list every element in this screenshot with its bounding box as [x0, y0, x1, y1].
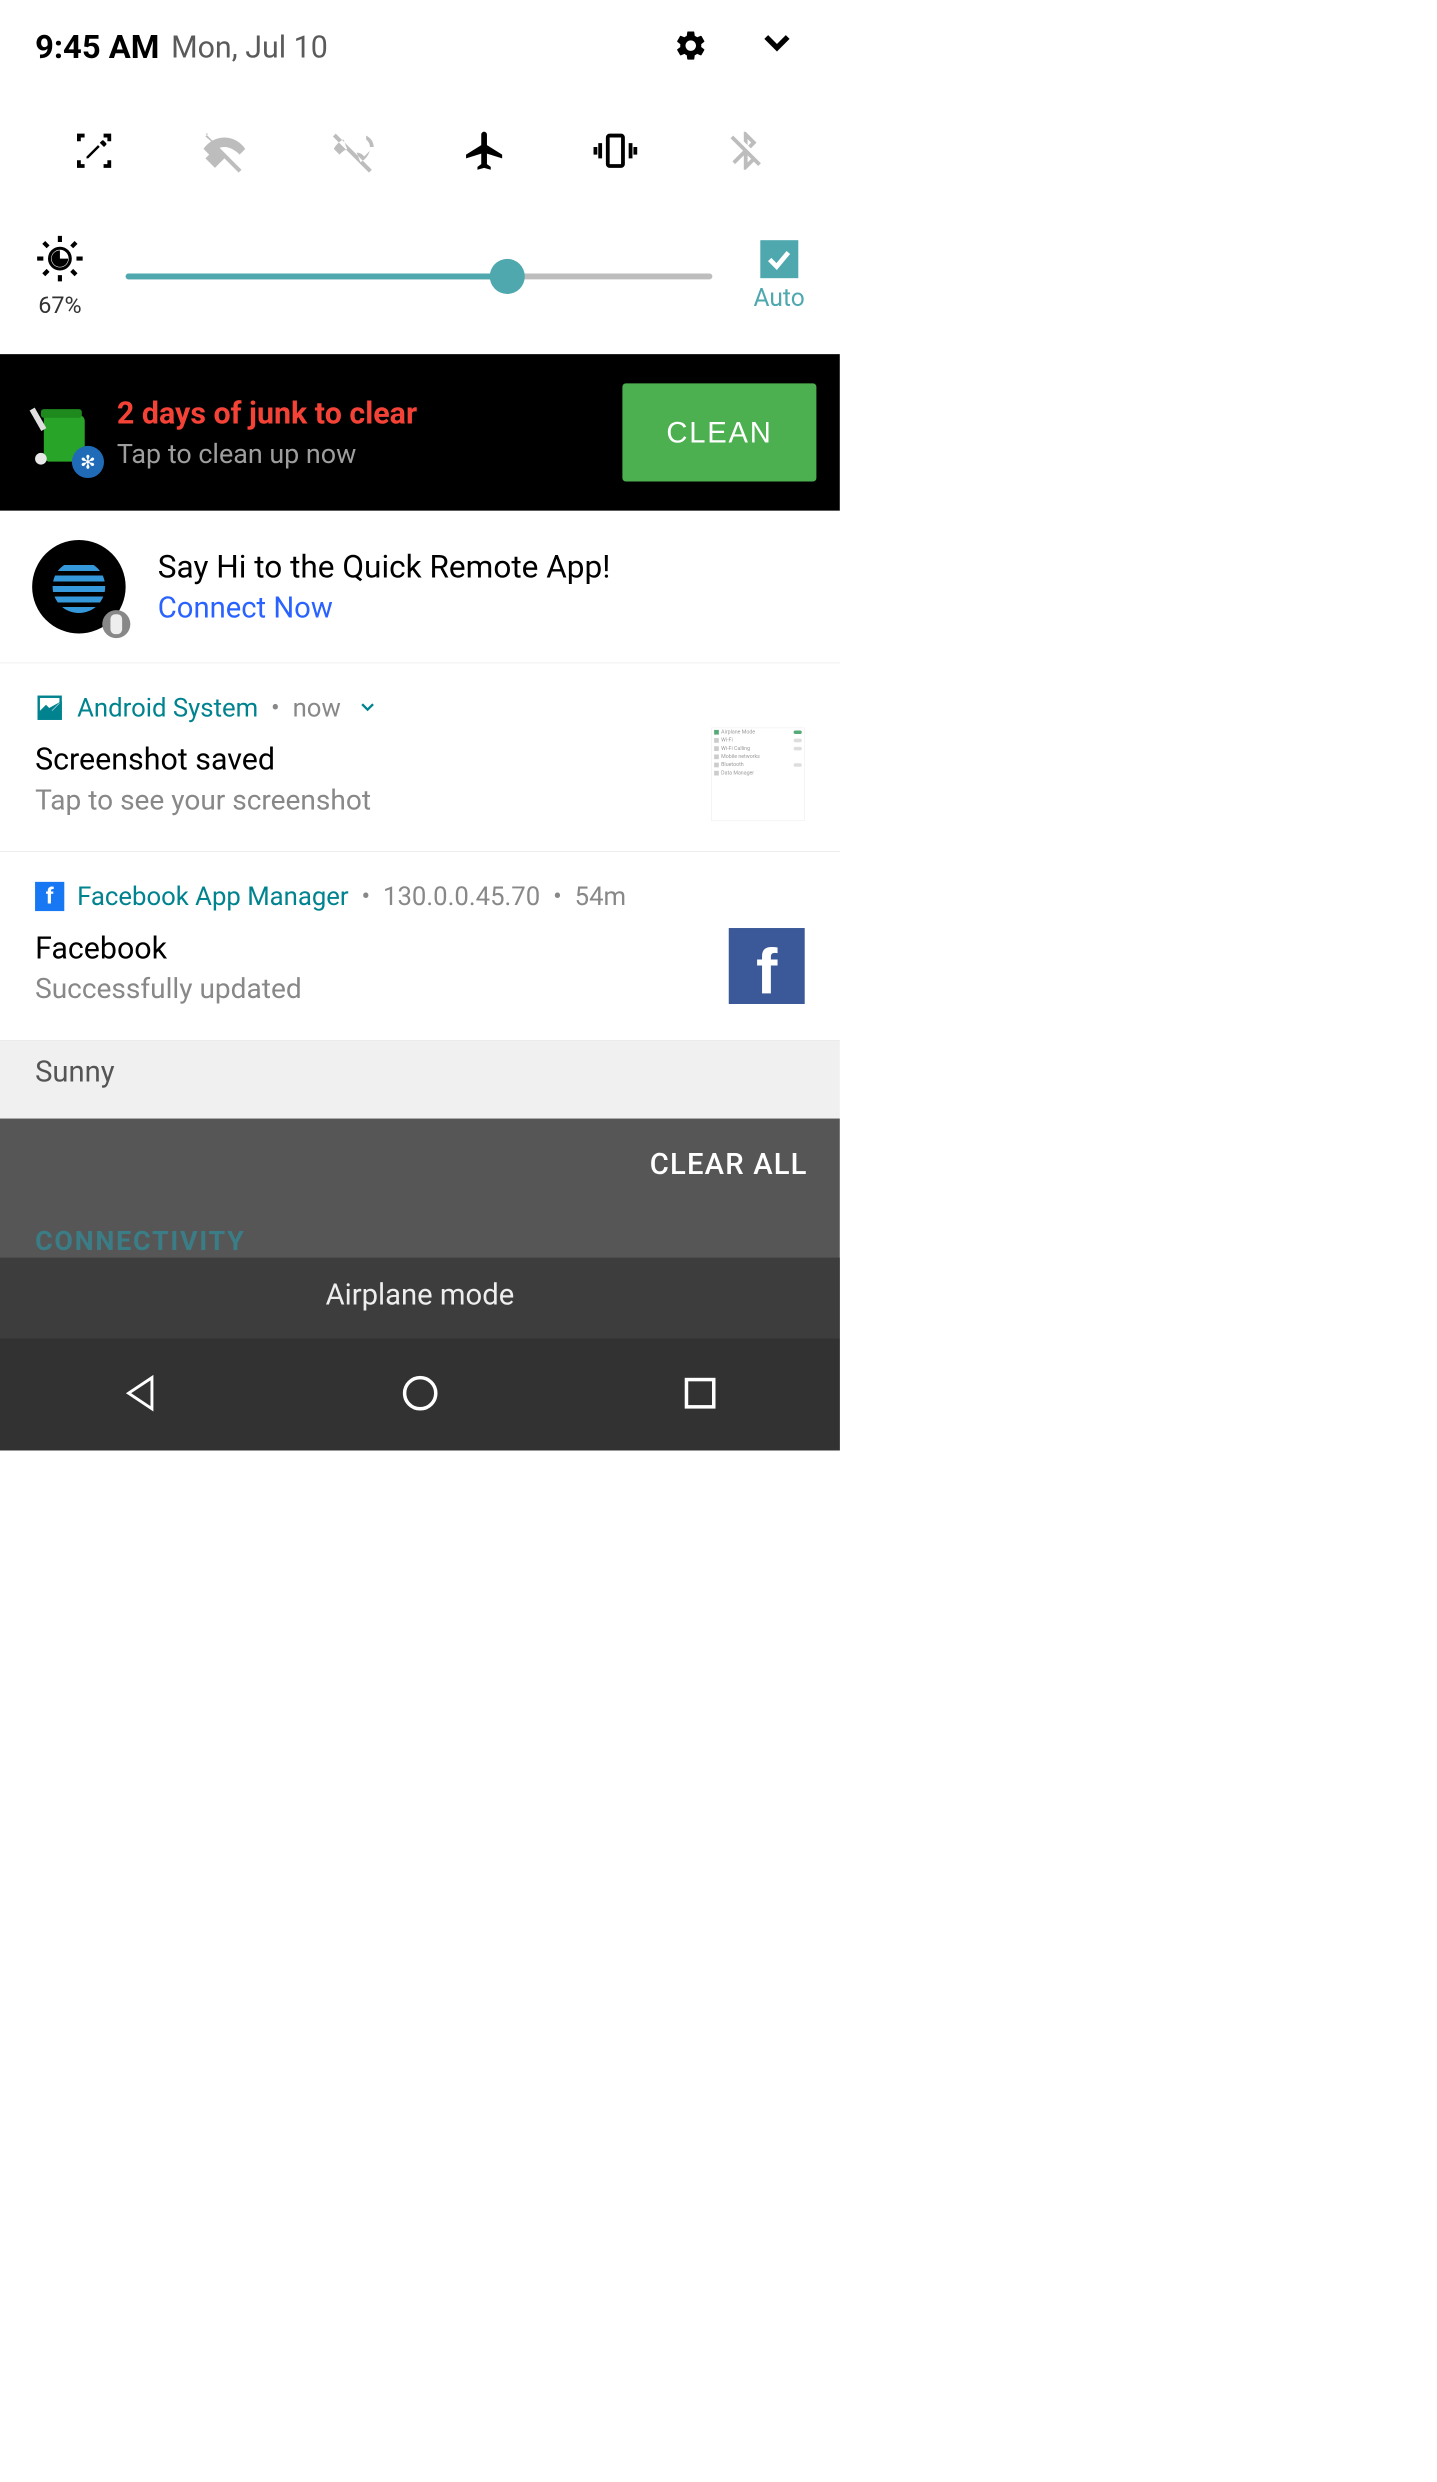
clear-all-button[interactable]: CLEAR ALL — [0, 1119, 840, 1205]
auto-brightness-checkbox[interactable] — [760, 240, 798, 278]
notification-time: 54m — [575, 881, 626, 911]
notification-screenshot[interactable]: Android System • now Screenshot saved Ta… — [0, 663, 840, 852]
notification-title: Facebook — [35, 930, 805, 966]
trash-can-icon: ✻ — [23, 397, 93, 467]
chevron-down-icon[interactable] — [761, 26, 793, 67]
image-icon — [35, 693, 64, 722]
brightness-slider[interactable] — [126, 273, 713, 279]
notification-facebook[interactable]: f Facebook App Manager • 130.0.0.45.70 •… — [0, 852, 840, 1041]
shade-footer: CLEAR ALL CONNECTIVITY Airplane mode — [0, 1119, 840, 1451]
notification-body: Tap to see your screenshot — [35, 783, 805, 816]
notification-title: Screenshot saved — [35, 742, 805, 778]
toast-message: Airplane mode — [0, 1258, 840, 1339]
notification-app-name: Android System — [77, 693, 258, 723]
wifi-off-icon[interactable] — [200, 126, 250, 176]
facebook-large-icon: f — [729, 928, 805, 1004]
quick-remote-title: Say Hi to the Quick Remote App! — [158, 548, 808, 585]
navigation-bar — [0, 1338, 840, 1450]
recents-button-icon[interactable] — [676, 1370, 723, 1419]
clean-button[interactable]: CLEAN — [623, 383, 817, 481]
quick-settings-row — [0, 85, 840, 216]
brightness-row: 67% Auto — [0, 216, 840, 354]
notification-time: now — [293, 693, 341, 723]
chevron-down-icon[interactable] — [358, 693, 377, 722]
notification-version: 130.0.0.45.70 — [383, 881, 540, 911]
quick-remote-card[interactable]: Say Hi to the Quick Remote App! Connect … — [0, 511, 840, 664]
remote-badge-icon — [102, 610, 130, 638]
brightness-icon — [35, 234, 85, 286]
airplane-mode-icon[interactable] — [460, 126, 510, 176]
notification-body: Successfully updated — [35, 972, 805, 1005]
screenshot-thumbnail: Airplane Mode Wi-Fi Wi-Fi Calling Mobile… — [711, 728, 805, 822]
snowflake-badge-icon: ✻ — [72, 446, 104, 478]
facebook-icon: f — [35, 882, 64, 911]
settings-gear-icon[interactable] — [673, 28, 708, 65]
status-bar: 9:45 AM Mon, Jul 10 — [0, 0, 840, 85]
clock-date: Mon, Jul 10 — [171, 29, 328, 65]
junk-subtitle: Tap to clean up now — [117, 438, 599, 470]
wifi-calling-off-icon[interactable] — [330, 126, 380, 176]
brightness-percent-label: 67% — [38, 292, 81, 319]
weather-peek-text: Sunny — [0, 1041, 840, 1119]
junk-cleaner-card[interactable]: ✻ 2 days of junk to clear Tap to clean u… — [0, 354, 840, 511]
notification-app-name: Facebook App Manager — [77, 881, 348, 911]
bluetooth-off-icon[interactable] — [721, 126, 771, 176]
auto-brightness-label: Auto — [754, 284, 805, 313]
back-button-icon[interactable] — [117, 1370, 164, 1419]
att-globe-icon — [32, 540, 126, 634]
clock-time: 9:45 AM — [35, 27, 159, 66]
connect-now-link[interactable]: Connect Now — [158, 591, 808, 625]
edit-toggle-icon[interactable] — [69, 126, 119, 176]
home-button-icon[interactable] — [397, 1370, 444, 1419]
junk-title: 2 days of junk to clear — [117, 395, 599, 431]
vibrate-icon[interactable] — [590, 126, 640, 176]
